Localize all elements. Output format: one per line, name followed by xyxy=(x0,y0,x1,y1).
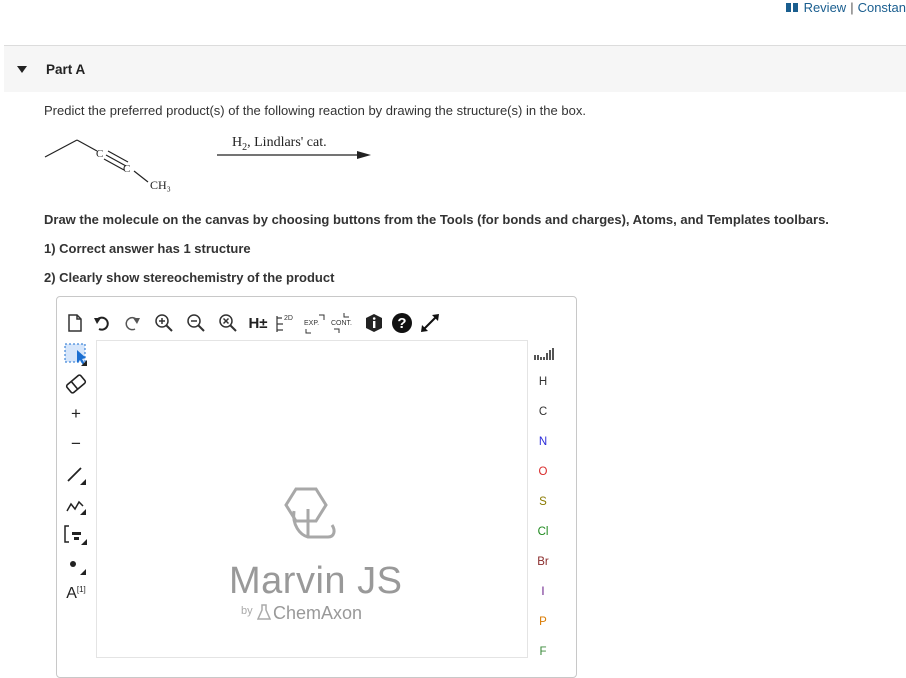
part-title: Part A xyxy=(46,62,86,77)
template-tool[interactable] xyxy=(58,520,94,548)
logo-by-text: by xyxy=(241,605,253,617)
instruction-step-2: 2) Clearly show stereochemistry of the p… xyxy=(44,270,335,285)
info-icon[interactable] xyxy=(362,308,386,338)
reagent-label: H2, Lindlars' cat. xyxy=(232,135,327,153)
triple-bond-b xyxy=(107,150,129,163)
atom-button-o[interactable]: O xyxy=(528,466,558,478)
reaction-arrow-head xyxy=(357,151,371,159)
atom-button-f[interactable]: F xyxy=(528,646,558,658)
zoom-out-icon[interactable] xyxy=(184,308,208,338)
methyl-bond xyxy=(133,170,149,183)
positive-charge-tool[interactable]: + xyxy=(58,400,94,428)
atom-button-p[interactable]: P xyxy=(528,616,558,628)
review-link[interactable]: Review xyxy=(804,0,847,15)
clean-2d-button[interactable]: 2D xyxy=(274,308,300,338)
atom-button-h[interactable]: H xyxy=(528,376,558,388)
atom-label-tool[interactable]: A [1] xyxy=(58,580,94,608)
alkyne-carbon-1: C xyxy=(96,148,104,160)
chemaxon-flask-icon xyxy=(257,604,271,620)
atom-button-n[interactable]: N xyxy=(528,436,558,448)
reagent-rest: , Lindlars' cat. xyxy=(247,135,327,150)
radical-tool[interactable] xyxy=(58,550,94,578)
header-separator: | xyxy=(850,0,854,15)
zoom-in-icon[interactable] xyxy=(152,308,176,338)
question-prompt: Predict the preferred product(s) of the … xyxy=(44,103,586,118)
atom-button-cl[interactable]: Cl xyxy=(528,526,558,538)
drawing-instructions: Draw the molecule on the canvas by choos… xyxy=(44,212,829,227)
chain-tool[interactable] xyxy=(58,490,94,518)
alkyne-carbon-2: C xyxy=(123,163,131,175)
contract-button[interactable]: CONT. xyxy=(330,308,356,338)
eraser-icon[interactable] xyxy=(58,370,94,398)
zoom-reset-icon[interactable] xyxy=(216,308,240,338)
help-icon[interactable]: ? xyxy=(390,308,414,338)
undo-icon[interactable] xyxy=(90,308,114,338)
negative-charge-tool[interactable]: − xyxy=(58,430,94,458)
redo-icon[interactable] xyxy=(120,308,144,338)
hydrogen-toggle-button[interactable]: H± xyxy=(244,308,272,338)
expand-button[interactable]: EXP. xyxy=(302,308,328,338)
ethyl-bond-2 xyxy=(76,139,98,152)
cont-text: CONT. xyxy=(331,320,352,327)
atom-button-br[interactable]: Br xyxy=(528,556,558,568)
single-bond-tool[interactable] xyxy=(58,460,94,488)
atom-button-i[interactable]: I xyxy=(528,586,558,598)
marvin-logo-icon xyxy=(284,487,336,539)
methyl-label: CH₃ xyxy=(150,178,171,192)
reaction-scheme xyxy=(44,139,371,183)
atom-button-s[interactable]: S xyxy=(528,496,558,508)
exp-text: EXP. xyxy=(304,320,319,327)
header-links: Review | Constan xyxy=(785,0,906,15)
constants-link[interactable]: Constan xyxy=(858,0,906,15)
selection-tool[interactable] xyxy=(58,340,94,368)
marvin-logo-title: Marvin JS xyxy=(229,560,403,602)
svg-text:?: ? xyxy=(397,315,406,332)
twod-text: 2D xyxy=(284,315,293,322)
periodic-table-icon[interactable] xyxy=(533,346,555,362)
reagent-h: H xyxy=(232,135,243,150)
new-document-icon[interactable] xyxy=(64,308,86,338)
atom-map-label: [1] xyxy=(76,584,86,594)
fullscreen-icon[interactable] xyxy=(418,308,442,338)
atom-label-glyph: A xyxy=(66,585,77,602)
book-icon xyxy=(785,3,798,12)
collapse-triangle-icon[interactable] xyxy=(17,66,27,73)
ethyl-bond-1 xyxy=(44,139,78,158)
atom-button-c[interactable]: C xyxy=(528,406,558,418)
logo-vendor-name: ChemAxon xyxy=(273,603,363,623)
part-header[interactable] xyxy=(4,46,906,92)
triple-bond-c xyxy=(103,158,125,171)
instruction-step-1: 1) Correct answer has 1 structure xyxy=(44,241,251,256)
